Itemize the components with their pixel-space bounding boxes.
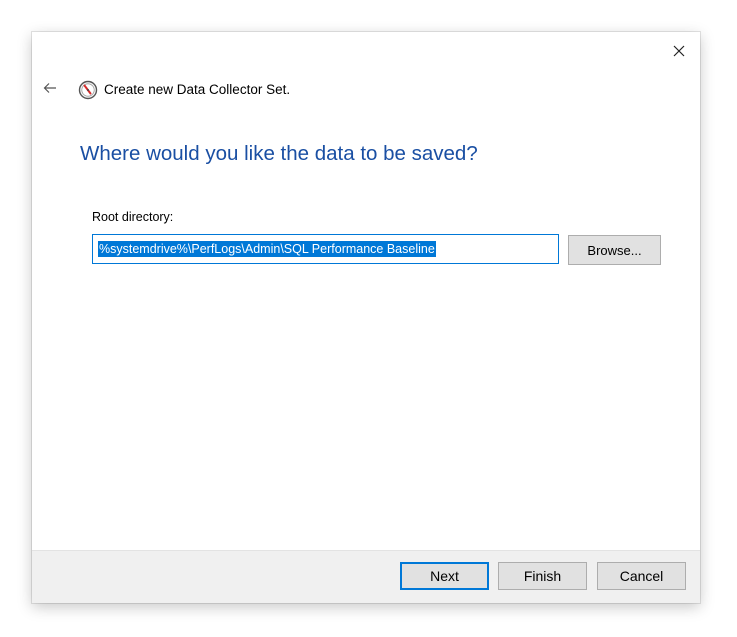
wizard-dialog: Create new Data Collector Set. Where wou… bbox=[32, 32, 700, 603]
close-icon bbox=[673, 45, 685, 57]
wizard-title: Create new Data Collector Set. bbox=[104, 82, 291, 97]
screen: Create new Data Collector Set. Where wou… bbox=[0, 0, 737, 637]
browse-button[interactable]: Browse... bbox=[568, 235, 661, 265]
root-directory-input[interactable]: %systemdrive%\PerfLogs\Admin\SQL Perform… bbox=[92, 234, 559, 264]
finish-button[interactable]: Finish bbox=[498, 562, 587, 590]
root-directory-value: %systemdrive%\PerfLogs\Admin\SQL Perform… bbox=[98, 241, 436, 257]
next-button[interactable]: Next bbox=[400, 562, 489, 590]
root-directory-label: Root directory: bbox=[92, 210, 174, 224]
back-arrow-icon bbox=[43, 83, 56, 93]
wizard-footer: Next Finish Cancel bbox=[32, 550, 700, 603]
performance-monitor-icon bbox=[78, 80, 98, 100]
cancel-button[interactable]: Cancel bbox=[597, 562, 686, 590]
close-button[interactable] bbox=[668, 40, 690, 62]
page-heading: Where would you like the data to be save… bbox=[80, 142, 478, 165]
back-button[interactable] bbox=[42, 80, 58, 96]
